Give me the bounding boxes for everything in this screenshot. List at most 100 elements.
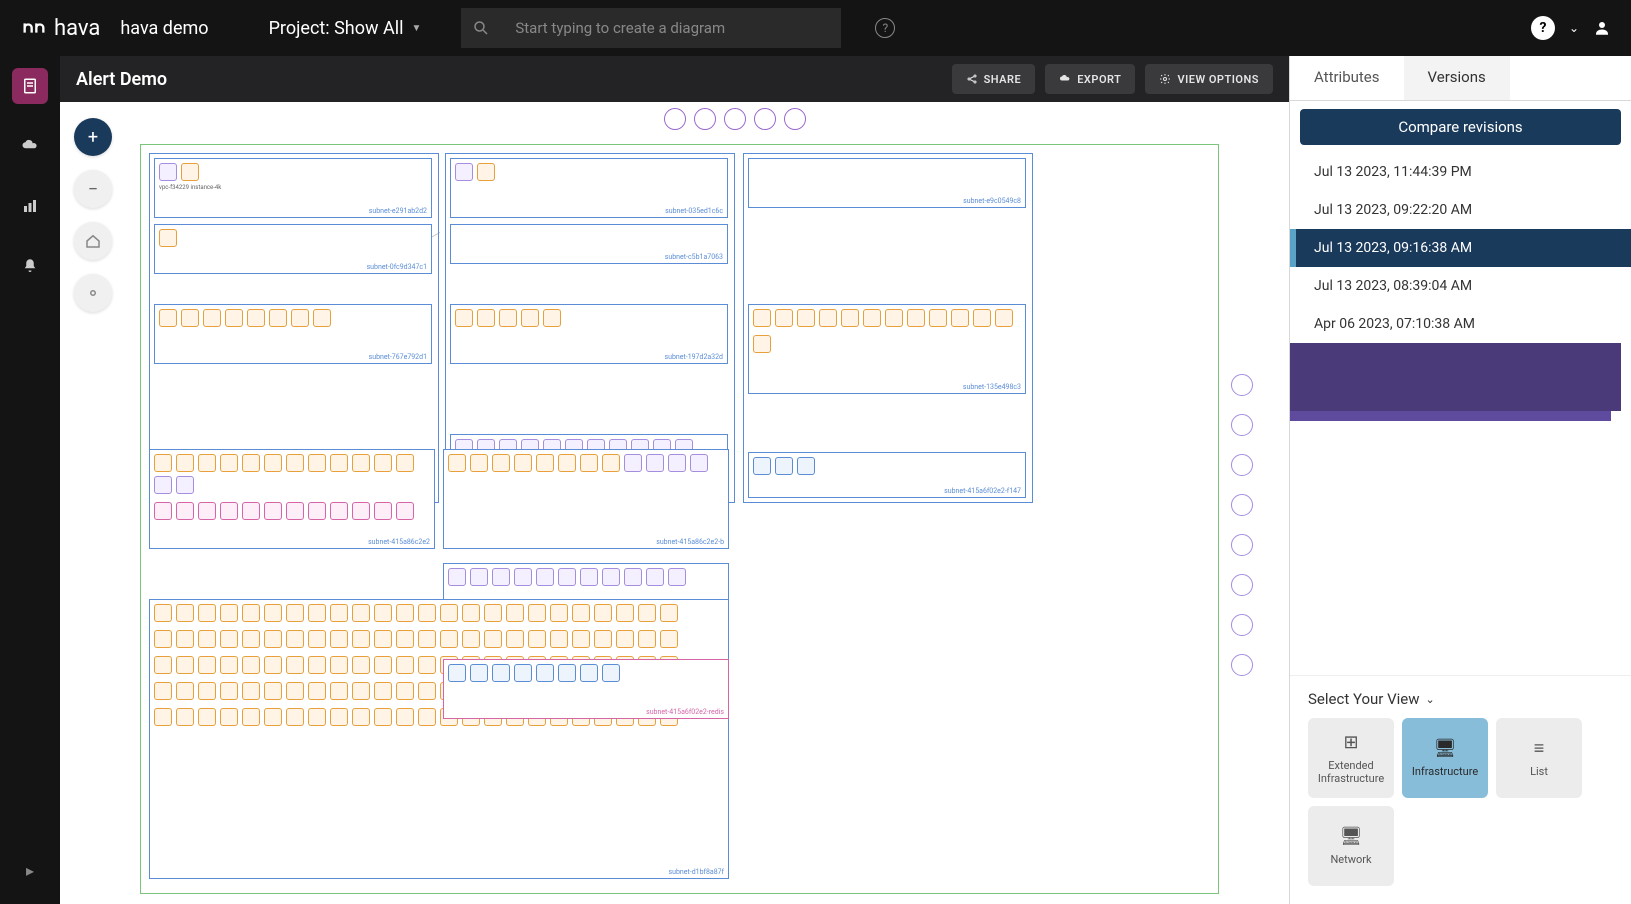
view-icon: ⊞ bbox=[1343, 732, 1358, 753]
view-label: List bbox=[1530, 765, 1548, 778]
chevron-right-icon: ▸ bbox=[26, 861, 34, 880]
share-icon bbox=[966, 73, 978, 85]
search-icon bbox=[472, 19, 490, 37]
view-options-button[interactable]: VIEW OPTIONS bbox=[1145, 64, 1273, 94]
subnet[interactable]: subnet-d1bf8a87f bbox=[149, 599, 729, 879]
view-icon: 🖥 bbox=[1340, 826, 1363, 847]
subnet[interactable]: subnet-415a86c2e2 bbox=[149, 449, 435, 549]
subnet-label: subnet-135e498c3 bbox=[963, 383, 1021, 391]
resource-icon[interactable] bbox=[1231, 534, 1253, 556]
view-label: Infrastructure bbox=[1412, 765, 1478, 778]
subnet-label: subnet-c5b1a7063 bbox=[665, 253, 723, 261]
share-button[interactable]: SHARE bbox=[952, 64, 1036, 94]
resource-icon[interactable] bbox=[1231, 454, 1253, 476]
subnet[interactable]: subnet-415a6f02e2-f147 bbox=[748, 452, 1026, 498]
diagram-canvas[interactable]: + − bbox=[60, 102, 1289, 904]
sidebar-item-diagrams[interactable] bbox=[12, 68, 48, 104]
subnet[interactable]: subnet-c5b1a7063 bbox=[450, 224, 728, 264]
chevron-down-icon: ⌄ bbox=[1426, 693, 1435, 706]
instance-label: vpc-f34229 instance-4k bbox=[155, 185, 431, 191]
topbar: hava hava demo Project: Show All ▼ ? ? ⌄ bbox=[0, 0, 1631, 56]
subnet-label: subnet-415a6f02e2-redis bbox=[646, 708, 724, 716]
version-item[interactable]: Jul 13 2023, 09:16:38 AM bbox=[1290, 229, 1631, 267]
view-card-network[interactable]: 🖥 Network bbox=[1308, 806, 1394, 886]
zoom-in-button[interactable]: + bbox=[74, 118, 112, 156]
subnet[interactable]: subnet-135e498c3 bbox=[748, 304, 1026, 394]
tab-attributes[interactable]: Attributes bbox=[1290, 56, 1404, 100]
subnet-label: subnet-e291ab2d2 bbox=[369, 207, 427, 215]
select-view-label[interactable]: Select Your View ⌄ bbox=[1308, 690, 1613, 708]
version-item[interactable]: Apr 06 2023, 07:10:38 AM bbox=[1290, 305, 1631, 343]
subnet[interactable]: subnet-415a6f02e2-redis bbox=[443, 659, 729, 719]
document-icon bbox=[21, 77, 39, 95]
fit-button[interactable] bbox=[74, 222, 112, 260]
subnet[interactable]: subnet-415a86c2e2-b bbox=[443, 449, 729, 549]
compare-revisions-button[interactable]: Compare revisions bbox=[1300, 109, 1621, 145]
help-icon[interactable]: ? bbox=[875, 18, 895, 38]
subnet[interactable]: subnet-0fc9d347c1 bbox=[154, 224, 432, 274]
sidebar-item-reports[interactable] bbox=[12, 188, 48, 224]
timeline-bar[interactable] bbox=[1290, 343, 1621, 411]
gateway-icon[interactable] bbox=[754, 108, 776, 130]
logo[interactable]: hava bbox=[20, 14, 100, 42]
view-label: Network bbox=[1330, 853, 1371, 866]
resource-icon[interactable] bbox=[1231, 414, 1253, 436]
subnet[interactable]: subnet-e9c0549c8 bbox=[748, 158, 1026, 208]
subnet-label: subnet-0fc9d347c1 bbox=[367, 263, 427, 271]
diagram: vpc-f34229 instance-4k subnet-e291ab2d2 … bbox=[140, 108, 1279, 894]
export-button[interactable]: EXPORT bbox=[1045, 64, 1135, 94]
search-input[interactable] bbox=[501, 8, 841, 48]
right-panel: Attributes Versions Compare revisions Ju… bbox=[1289, 56, 1631, 904]
panel-tabs: Attributes Versions bbox=[1290, 56, 1631, 101]
left-sidebar: ▸ bbox=[0, 56, 60, 904]
help-filled-icon[interactable]: ? bbox=[1531, 16, 1555, 40]
search-button[interactable] bbox=[461, 8, 501, 48]
subnet[interactable]: subnet-035ed1c6c bbox=[450, 158, 728, 218]
zoom-out-button[interactable]: − bbox=[74, 170, 112, 208]
view-card-extended-infrastructure[interactable]: ⊞Extended Infrastructure bbox=[1308, 718, 1394, 798]
sidebar-item-cloud[interactable] bbox=[12, 128, 48, 164]
vpc-group[interactable]: subnet-e9c0549c8 subnet-135e498c3 subnet… bbox=[743, 153, 1033, 503]
vpc-group[interactable]: subnet-415a86c2e2 subnet-415a86c2e2-b bbox=[149, 509, 1033, 889]
tab-versions[interactable]: Versions bbox=[1404, 56, 1510, 100]
subnet-label: subnet-035ed1c6c bbox=[665, 207, 723, 215]
subnet-label: subnet-415a86c2e2-b bbox=[656, 538, 724, 546]
resource-icon[interactable] bbox=[1231, 374, 1253, 396]
user-menu-chevron[interactable]: ⌄ bbox=[1569, 21, 1579, 35]
sidebar-expand[interactable]: ▸ bbox=[12, 852, 48, 888]
breadcrumb[interactable]: hava demo bbox=[120, 18, 208, 39]
subnet-label: subnet-e9c0549c8 bbox=[963, 197, 1021, 205]
cloud-icon bbox=[21, 137, 39, 155]
subnet[interactable]: vpc-f34229 instance-4k subnet-e291ab2d2 bbox=[154, 158, 432, 218]
cloud-download-icon bbox=[1059, 73, 1071, 85]
view-icon: 🖥 bbox=[1434, 738, 1457, 759]
search bbox=[461, 8, 841, 48]
version-item[interactable]: Jul 13 2023, 08:39:04 AM bbox=[1290, 267, 1631, 305]
gateway-icon[interactable] bbox=[664, 108, 686, 130]
timeline-bar[interactable] bbox=[1290, 411, 1611, 421]
subheader: Alert Demo SHARE EXPORT VIEW OPTIONS bbox=[60, 56, 1289, 102]
subnet[interactable]: subnet-197d2a32d bbox=[450, 304, 728, 364]
sidebar-item-alerts[interactable] bbox=[12, 248, 48, 284]
user-icon[interactable] bbox=[1593, 19, 1611, 37]
subnet-label: subnet-767e792d1 bbox=[369, 353, 427, 361]
subnet-label: subnet-415a86c2e2 bbox=[368, 538, 430, 546]
center-button[interactable] bbox=[74, 274, 112, 312]
view-card-list[interactable]: ≡List bbox=[1496, 718, 1582, 798]
bell-icon bbox=[21, 257, 39, 275]
resource-icon[interactable] bbox=[1231, 494, 1253, 516]
home-icon bbox=[84, 232, 102, 250]
version-item[interactable]: Jul 13 2023, 11:44:39 PM bbox=[1290, 153, 1631, 191]
view-card-infrastructure[interactable]: 🖥 Infrastructure bbox=[1402, 718, 1488, 798]
subnet-label: subnet-d1bf8a87f bbox=[669, 868, 725, 876]
resource-icon[interactable] bbox=[1231, 654, 1253, 676]
gateway-icon[interactable] bbox=[724, 108, 746, 130]
gateway-icon[interactable] bbox=[784, 108, 806, 130]
subnet[interactable]: subnet-767e792d1 bbox=[154, 304, 432, 364]
resource-icon[interactable] bbox=[1231, 614, 1253, 636]
gateway-icon[interactable] bbox=[694, 108, 716, 130]
chart-icon bbox=[21, 197, 39, 215]
version-item[interactable]: Jul 13 2023, 09:22:20 AM bbox=[1290, 191, 1631, 229]
resource-icon[interactable] bbox=[1231, 574, 1253, 596]
project-selector[interactable]: Project: Show All ▼ bbox=[269, 18, 422, 39]
